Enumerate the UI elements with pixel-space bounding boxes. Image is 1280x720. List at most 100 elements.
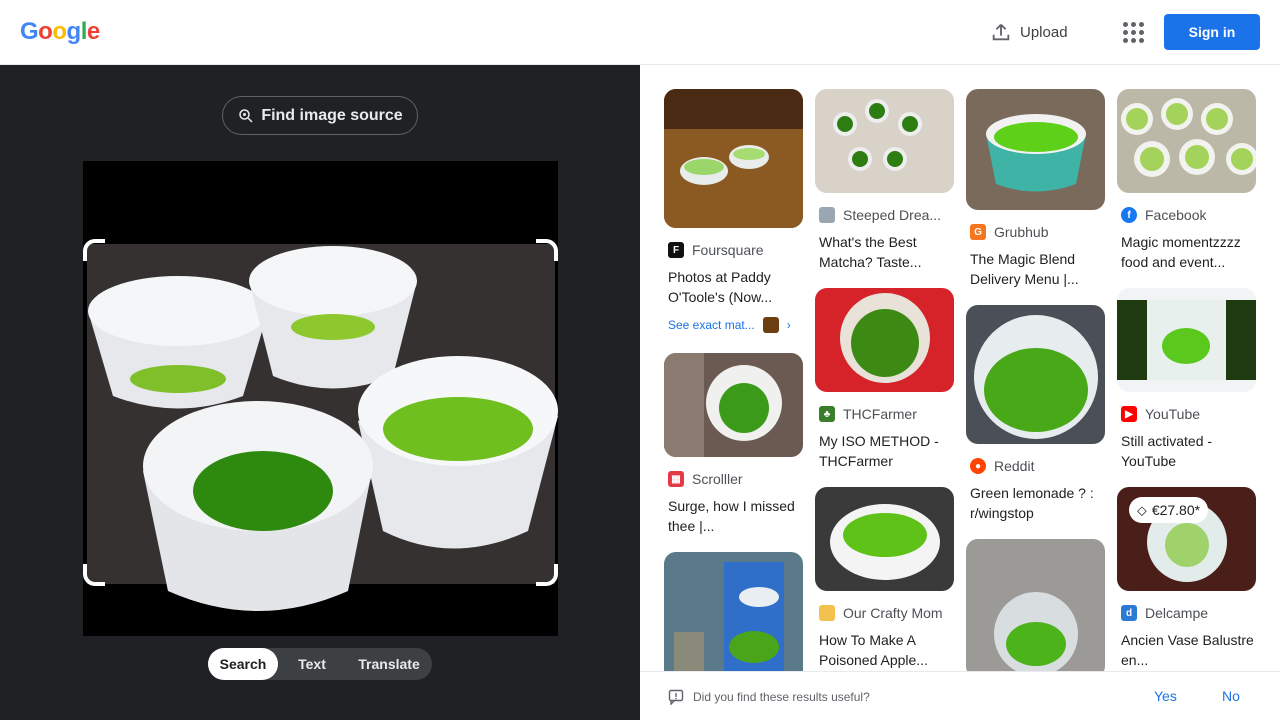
price-value: €27.80* — [1151, 502, 1201, 518]
result-card[interactable]: ⬦ €27.80* d Delcampe Ancien Vase Balustre … — [1117, 487, 1256, 670]
mode-translate-tab[interactable]: Translate — [346, 648, 432, 680]
find-image-source-label: Find image source — [261, 106, 403, 124]
result-title[interactable]: Surge, how I missed thee |... — [668, 496, 803, 536]
upload-button[interactable]: Upload — [990, 18, 1068, 46]
result-source: ▶ YouTube — [1121, 406, 1256, 422]
price-badge: ⬦ €27.80* — [1129, 497, 1209, 523]
result-card[interactable]: G Grubhub The Magic Blend Delivery Menu |… — [966, 89, 1105, 289]
crop-handle-top-left[interactable] — [83, 239, 105, 261]
feedback-question: Did you find these results useful? — [693, 690, 870, 704]
source-name: Foursquare — [692, 242, 764, 258]
mode-search-tab[interactable]: Search — [208, 648, 278, 680]
result-source: ▦ Scrolller — [668, 471, 803, 487]
result-thumbnail[interactable] — [1117, 288, 1256, 392]
see-exact-matches-link[interactable]: See exact mat... › — [668, 317, 803, 333]
header: Google Upload Sign in — [0, 0, 1280, 65]
thcfarmer-icon: ♣ — [819, 406, 835, 422]
logo-letter: e — [86, 18, 100, 45]
result-source: Our Crafty Mom — [819, 605, 954, 621]
source-name: YouTube — [1145, 406, 1201, 422]
logo-letter: o — [52, 18, 67, 45]
result-thumbnail[interactable] — [815, 288, 954, 392]
results-column: G Grubhub The Magic Blend Delivery Menu |… — [966, 89, 1105, 671]
result-thumbnail[interactable] — [815, 487, 954, 591]
feedback-bar: Did you find these results useful? Yes N… — [640, 671, 1280, 720]
result-source: d Delcampe — [1121, 605, 1256, 621]
result-card[interactable] — [966, 539, 1105, 671]
feedback-yes-button[interactable]: Yes — [1154, 688, 1177, 704]
source-name: Facebook — [1145, 207, 1207, 223]
feedback-no-button[interactable]: No — [1222, 688, 1240, 704]
result-card[interactable]: ▶ YouTube Still activated - YouTube — [1117, 288, 1256, 471]
source-name: Our Crafty Mom — [843, 605, 943, 621]
result-title[interactable]: The Magic Blend Delivery Menu |... — [970, 249, 1105, 289]
visual-matches: F Foursquare Photos at Paddy O'Toole's (N… — [640, 65, 1280, 671]
result-card[interactable]: Our Crafty Mom How To Make A Poisoned Ap… — [815, 487, 954, 670]
result-card[interactable] — [664, 552, 803, 671]
cup — [143, 401, 373, 611]
facebook-icon: f — [1121, 207, 1137, 223]
results-column: F Foursquare Photos at Paddy O'Toole's (N… — [664, 89, 803, 671]
result-thumbnail[interactable] — [966, 89, 1105, 210]
grubhub-icon: G — [970, 224, 986, 240]
google-logo[interactable]: Google — [20, 18, 100, 46]
result-card[interactable]: Steeped Drea... What's the Best Matcha? … — [815, 89, 954, 272]
result-thumbnail[interactable]: ⬦ €27.80* — [1117, 487, 1256, 591]
result-card[interactable]: ● Reddit Green lemonade ? : r/wingstop — [966, 305, 1105, 523]
lens-mode-switch: Search Text Translate — [208, 648, 432, 680]
source-name: Grubhub — [994, 224, 1049, 240]
apps-grid-icon[interactable] — [1118, 18, 1146, 46]
result-thumbnail[interactable] — [664, 353, 803, 457]
result-title[interactable]: What's the Best Matcha? Taste... — [819, 232, 954, 272]
result-thumbnail[interactable] — [664, 552, 803, 671]
feedback-icon — [668, 689, 684, 705]
mode-text-tab[interactable]: Text — [278, 648, 346, 680]
result-thumbnail[interactable] — [1117, 89, 1256, 193]
upload-label: Upload — [1020, 23, 1068, 41]
result-title[interactable]: Ancien Vase Balustre en... — [1121, 630, 1256, 670]
reddit-icon: ● — [970, 458, 986, 474]
logo-letter: o — [38, 18, 53, 45]
sign-in-button[interactable]: Sign in — [1164, 14, 1260, 50]
upload-icon — [992, 24, 1010, 41]
source-name: THCFarmer — [843, 406, 917, 422]
result-thumbnail[interactable] — [664, 89, 803, 228]
chevron-right-icon: › — [786, 318, 791, 332]
cup — [358, 356, 558, 549]
result-source: ● Reddit — [970, 458, 1105, 474]
result-thumbnail[interactable] — [815, 89, 954, 193]
source-name: Steeped Drea... — [843, 207, 942, 223]
result-title[interactable]: Still activated - YouTube — [1121, 431, 1256, 471]
youtube-icon: ▶ — [1121, 406, 1137, 422]
result-title[interactable]: How To Make A Poisoned Apple... — [819, 630, 954, 670]
result-source: ♣ THCFarmer — [819, 406, 954, 422]
result-card[interactable]: ♣ THCFarmer My ISO METHOD - THCFarmer — [815, 288, 954, 471]
find-image-source-button[interactable]: Find image source — [222, 96, 418, 135]
crop-handle-bottom-left[interactable] — [83, 564, 105, 586]
result-card[interactable]: F Foursquare Photos at Paddy O'Toole's (N… — [664, 89, 803, 333]
logo-letter: G — [20, 18, 39, 45]
results-column: Steeped Drea... What's the Best Matcha? … — [815, 89, 954, 671]
source-name: Reddit — [994, 458, 1035, 474]
result-title[interactable]: Magic momentzzzz food and event... — [1121, 232, 1256, 272]
result-card[interactable]: ▦ Scrolller Surge, how I missed thee |... — [664, 353, 803, 536]
result-thumbnail[interactable] — [966, 305, 1105, 444]
cup — [249, 246, 417, 389]
result-source: F Foursquare — [668, 242, 803, 258]
result-title[interactable]: Green lemonade ? : r/wingstop — [970, 483, 1105, 523]
steeped-dreams-icon — [819, 207, 835, 223]
logo-letter: g — [66, 18, 82, 45]
crop-handle-top-right[interactable] — [536, 239, 558, 261]
result-thumbnail[interactable] — [966, 539, 1105, 671]
query-image — [83, 161, 558, 636]
result-source: G Grubhub — [970, 224, 1105, 240]
result-title[interactable]: My ISO METHOD - THCFarmer — [819, 431, 954, 471]
foursquare-icon: F — [668, 242, 684, 258]
exact-matches-label: See exact mat... — [668, 318, 755, 332]
delcampe-icon: d — [1121, 605, 1137, 621]
cup — [88, 276, 268, 409]
result-card[interactable]: f Facebook Magic momentzzzz food and even… — [1117, 89, 1256, 272]
result-title[interactable]: Photos at Paddy O'Toole's (Now... — [668, 267, 803, 307]
our-crafty-mom-icon — [819, 605, 835, 621]
result-source: Steeped Drea... — [819, 207, 954, 223]
